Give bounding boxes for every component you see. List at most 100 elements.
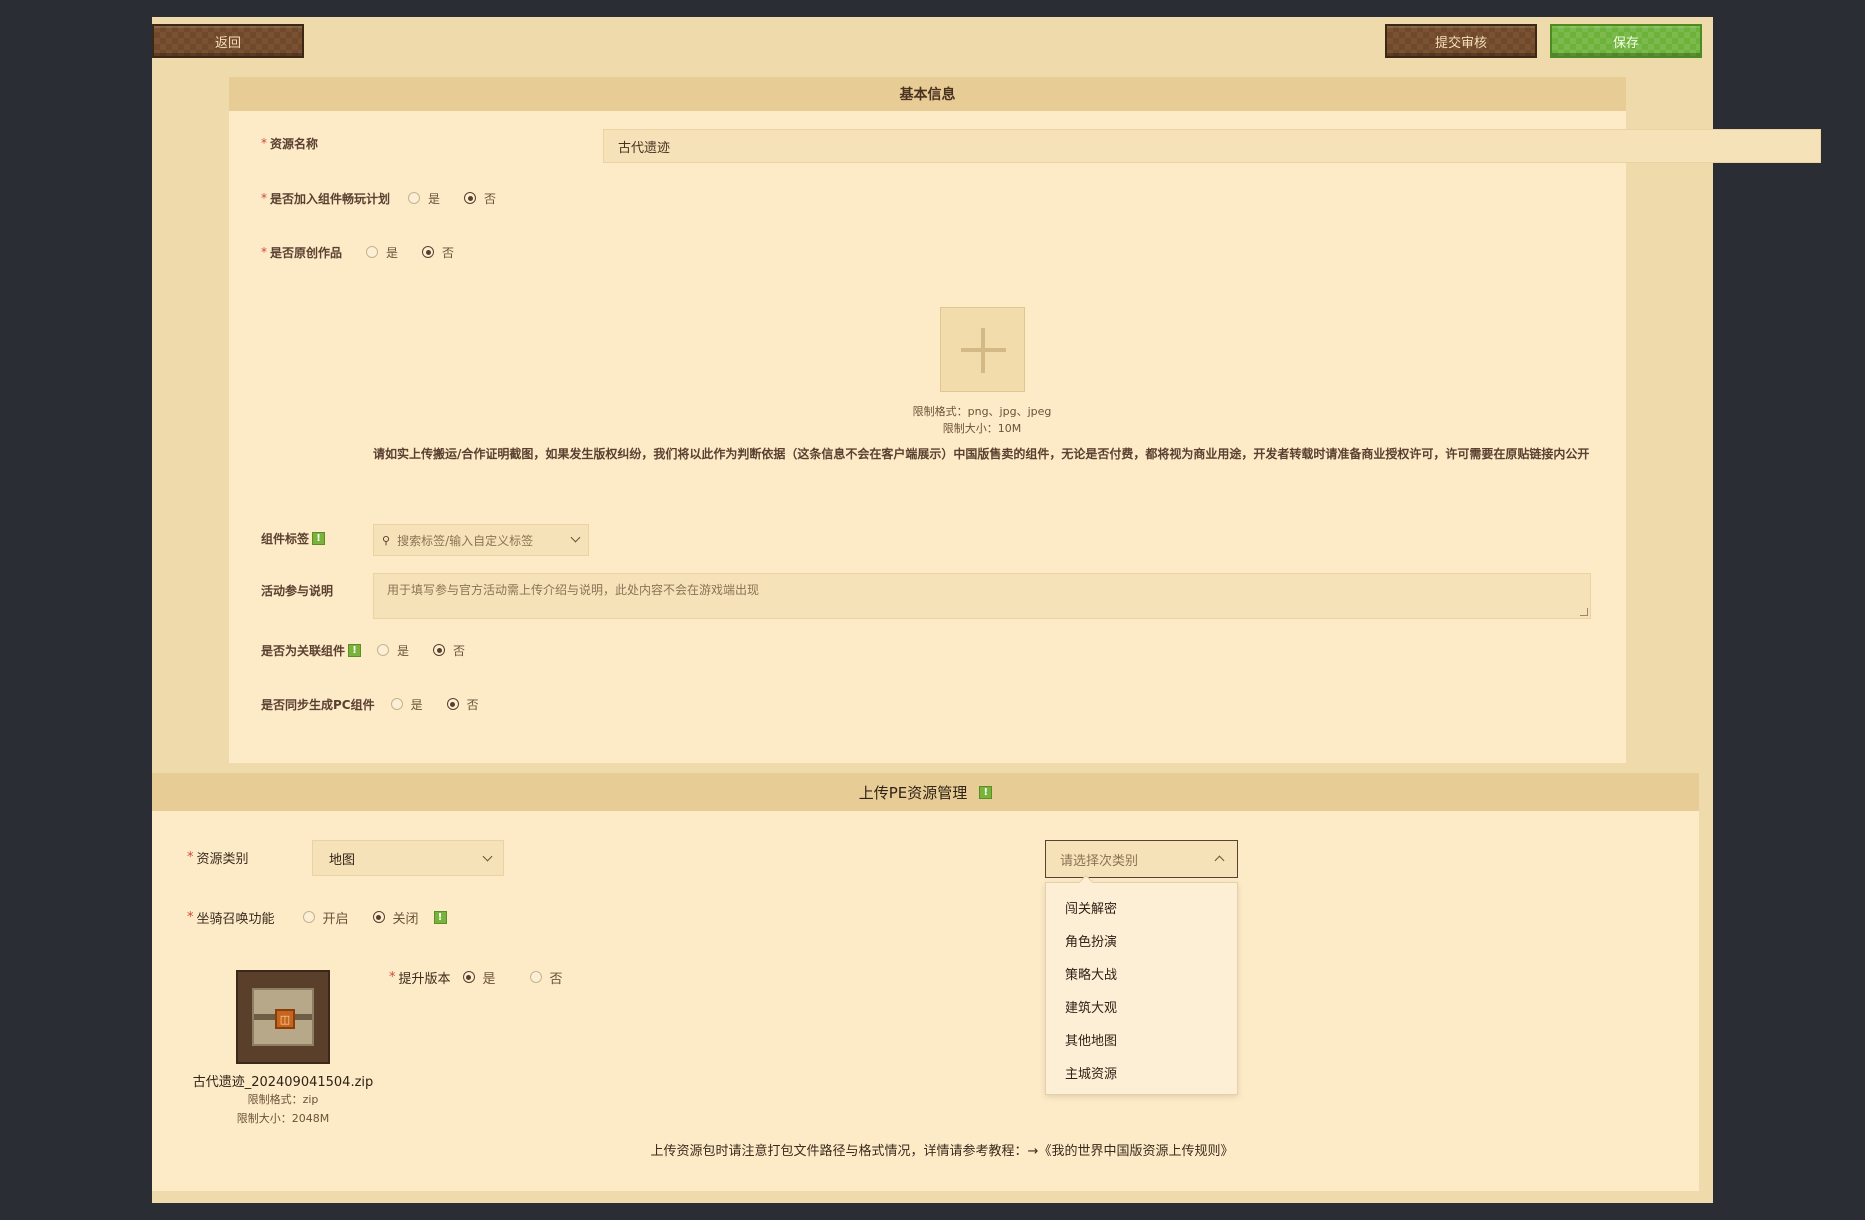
upgrade-yes-label: 是: [482, 971, 496, 987]
radio-checked-icon: [422, 246, 435, 258]
original-no-label: 否: [442, 245, 455, 260]
required-mark: *: [261, 136, 267, 150]
mount-off-label: 关闭: [392, 911, 419, 927]
name-label: 资源名称: [270, 136, 319, 151]
pc-yes-label: 是: [410, 697, 423, 712]
activity-label: 活动参与说明: [261, 583, 334, 598]
chevron-down-icon: [570, 532, 581, 543]
upload-format-hint: 限制格式：png、jpg、jpeg: [912, 405, 1052, 418]
mount-row: * 坐骑召唤功能 开启 关闭 !: [187, 907, 447, 927]
plan-no-option[interactable]: 否: [464, 190, 496, 207]
chevron-up-icon: [1214, 855, 1225, 866]
pc-no-label: 否: [466, 697, 479, 712]
tags-label: 组件标签: [261, 531, 310, 546]
upload-size-hint: 限制大小：10M: [942, 422, 1022, 435]
basic-info-panel: 基本信息 * 资源名称 古代遗迹 * 是否加入组件畅玩计划 是 否 * 是否原创…: [229, 77, 1821, 763]
activity-row: 活动参与说明: [261, 580, 333, 600]
upgrade-row: * 提升版本 是 否: [389, 967, 587, 987]
radio-unchecked-icon: [529, 971, 542, 983]
original-row: * 是否原创作品 是 否: [261, 242, 478, 262]
related-no-label: 否: [453, 643, 466, 658]
plan-yes-label: 是: [428, 191, 441, 206]
upgrade-no-option[interactable]: 否: [529, 968, 563, 987]
upload-rules-note[interactable]: 上传资源包时请注意打包文件路径与格式情况，详情请参考教程：→《我的世界中国版资源…: [592, 1140, 1292, 1159]
original-yes-label: 是: [386, 245, 399, 260]
upgrade-no-label: 否: [549, 971, 563, 987]
radio-unchecked-icon: [377, 644, 390, 656]
radio-unchecked-icon: [302, 911, 315, 923]
pc-row: 是否同步生成PC组件 是 否: [261, 694, 503, 714]
subcategory-option[interactable]: 其他地图: [1046, 1023, 1237, 1056]
pe-resource-title: 上传PE资源管理: [858, 783, 968, 802]
subcategory-option[interactable]: 主城资源: [1046, 1056, 1237, 1089]
editor-frame: 返回 提交审核 保存 基本信息 * 资源名称 古代遗迹 * 是否加入组件畅玩计划…: [152, 17, 1821, 1203]
file-size-hint: 限制大小：2048M: [236, 1112, 330, 1125]
mount-label: 坐骑召唤功能: [196, 911, 275, 927]
radio-checked-icon: [372, 911, 385, 923]
radio-unchecked-icon: [408, 192, 421, 204]
radio-unchecked-icon: [390, 698, 403, 710]
subcategory-option[interactable]: 建筑大观: [1046, 990, 1237, 1023]
chevron-down-icon: [482, 851, 493, 862]
plan-no-label: 否: [484, 191, 497, 206]
category-select[interactable]: 地图: [312, 840, 504, 876]
zip-file-icon[interactable]: ◫: [236, 970, 330, 1064]
submit-review-button[interactable]: 提交审核: [1385, 24, 1537, 58]
original-no-option[interactable]: 否: [422, 244, 454, 261]
info-icon[interactable]: !: [979, 785, 993, 799]
upgrade-label: 提升版本: [398, 971, 451, 987]
plan-row: * 是否加入组件畅玩计划 是 否: [261, 188, 520, 208]
pc-yes-option[interactable]: 是: [390, 696, 423, 713]
required-mark: *: [261, 191, 267, 205]
file-format-hint: 限制格式：zip: [247, 1093, 319, 1106]
pc-label: 是否同步生成PC组件: [261, 697, 375, 712]
save-button[interactable]: 保存: [1550, 24, 1702, 58]
chest-graphic: ◫: [252, 988, 314, 1046]
pc-no-option[interactable]: 否: [446, 696, 479, 713]
pe-resource-header: 上传PE资源管理 !: [152, 773, 1699, 811]
related-no-option[interactable]: 否: [433, 642, 465, 659]
category-row: * 资源类别: [187, 847, 249, 867]
pe-resource-panel: 上传PE资源管理 ! * 资源类别 地图 请选择次类别 * 坐骑召唤功能 开启 …: [152, 773, 1699, 1191]
upgrade-yes-option[interactable]: 是: [462, 968, 496, 987]
category-value: 地图: [329, 852, 356, 868]
subcategory-option[interactable]: 策略大战: [1046, 957, 1237, 990]
name-row: * 资源名称: [261, 133, 318, 153]
search-icon: ⚲: [382, 533, 391, 547]
plan-yes-option[interactable]: 是: [408, 190, 440, 207]
delete-icon[interactable]: ◫: [275, 1009, 295, 1029]
info-icon[interactable]: !: [312, 531, 326, 545]
subcategory-dropdown-menu: 闯关解密 角色扮演 策略大战 建筑大观 其他地图 主城资源: [1045, 874, 1238, 1095]
original-label: 是否原创作品: [270, 245, 343, 260]
resource-name-input[interactable]: 古代遗迹: [603, 129, 1821, 163]
activity-placeholder: 用于填写参与官方活动需上传介绍与说明，此处内容不会在游戏端出现: [387, 583, 760, 597]
mount-on-option[interactable]: 开启: [302, 908, 349, 927]
category-label: 资源类别: [196, 851, 249, 867]
tags-placeholder: 搜索标签/输入自定义标签: [397, 533, 534, 548]
radio-checked-icon: [446, 698, 459, 710]
radio-checked-icon: [462, 971, 475, 983]
activity-textarea[interactable]: 用于填写参与官方活动需上传介绍与说明，此处内容不会在游戏端出现: [373, 573, 1591, 619]
tags-search-input[interactable]: ⚲ 搜索标签/输入自定义标签: [373, 524, 589, 556]
subcategory-option[interactable]: 闯关解密: [1046, 891, 1237, 924]
copyright-notice: 请如实上传搬运/合作证明截图，如果发生版权纠纷，我们将以此作为判断依据（这条信息…: [373, 447, 1590, 461]
related-yes-option[interactable]: 是: [377, 642, 409, 659]
mount-off-option[interactable]: 关闭: [372, 908, 419, 927]
related-label: 是否为关联组件: [261, 643, 346, 658]
info-icon[interactable]: !: [348, 643, 362, 657]
radio-checked-icon: [433, 644, 446, 656]
back-button[interactable]: 返回: [152, 24, 304, 58]
related-yes-label: 是: [397, 643, 410, 658]
original-yes-option[interactable]: 是: [366, 244, 398, 261]
resize-handle-icon[interactable]: [1580, 608, 1588, 616]
required-mark: *: [187, 849, 194, 865]
proof-upload-button[interactable]: [940, 307, 1025, 392]
file-name: 古代遗迹_202409041504.zip: [192, 1075, 374, 1090]
subcategory-select[interactable]: 请选择次类别: [1045, 840, 1238, 878]
required-mark: *: [261, 245, 267, 259]
mount-on-label: 开启: [322, 911, 349, 927]
info-icon[interactable]: !: [433, 910, 447, 924]
subcategory-placeholder: 请选择次类别: [1060, 853, 1139, 869]
required-mark: *: [187, 909, 194, 925]
subcategory-option[interactable]: 角色扮演: [1046, 924, 1237, 957]
